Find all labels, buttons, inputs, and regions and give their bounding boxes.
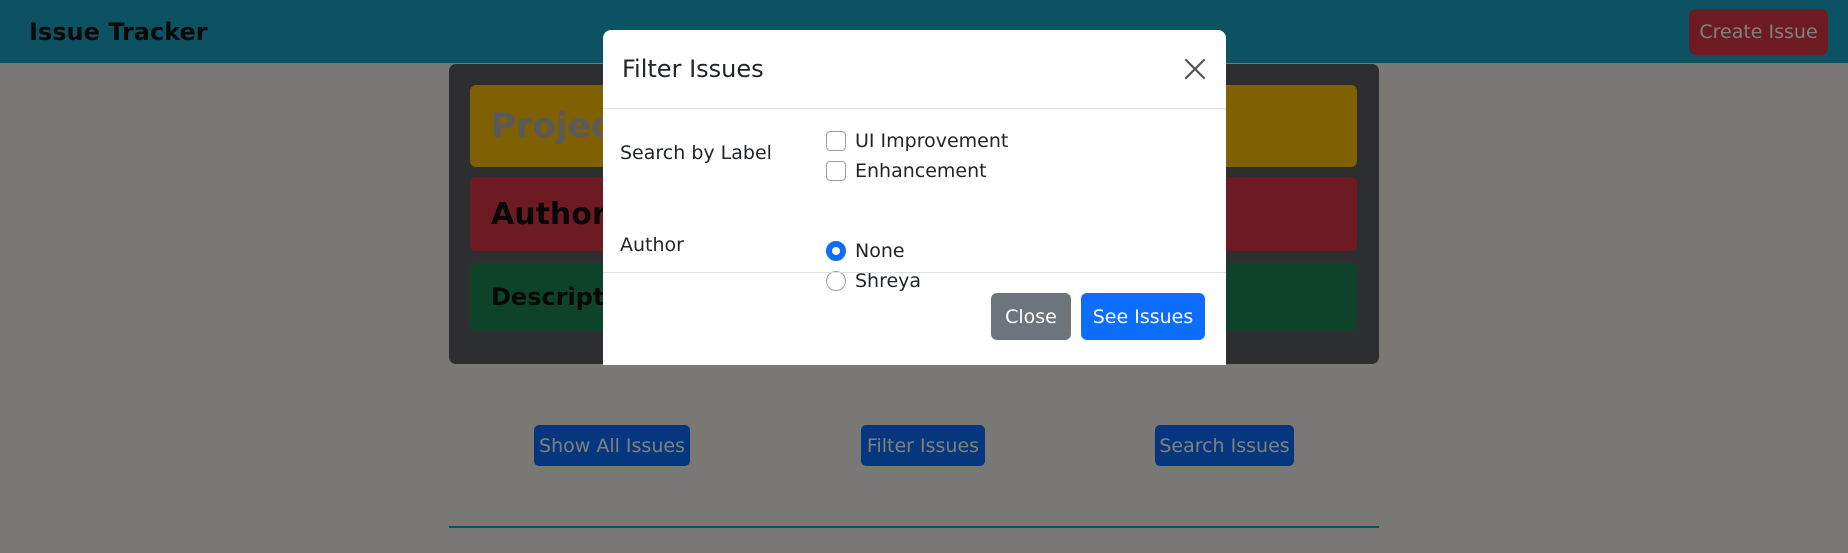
modal-body: Search by Label UI Improvement Enhanceme… [603, 110, 1226, 292]
modal-footer: Close See Issues [603, 272, 1226, 365]
modal-header: Filter Issues [603, 30, 1226, 109]
label-option-ui-improvement[interactable]: UI Improvement [826, 127, 1008, 155]
none-radio[interactable] [826, 241, 846, 261]
close-button[interactable]: Close [991, 293, 1071, 340]
none-text: None [855, 240, 905, 262]
enhancement-text: Enhancement [855, 160, 987, 182]
search-by-label-label: Search by Label [620, 142, 772, 164]
filter-issues-modal: Filter Issues Search by Label UI Improve… [603, 30, 1226, 365]
ui-improvement-checkbox[interactable] [826, 131, 846, 151]
ui-improvement-text: UI Improvement [855, 130, 1009, 152]
author-label: Author [620, 234, 684, 256]
label-option-enhancement[interactable]: Enhancement [826, 157, 987, 185]
modal-title: Filter Issues [622, 55, 764, 83]
enhancement-checkbox[interactable] [826, 161, 846, 181]
close-icon[interactable] [1181, 55, 1209, 83]
see-issues-button[interactable]: See Issues [1081, 293, 1205, 340]
author-option-none[interactable]: None [826, 237, 905, 265]
